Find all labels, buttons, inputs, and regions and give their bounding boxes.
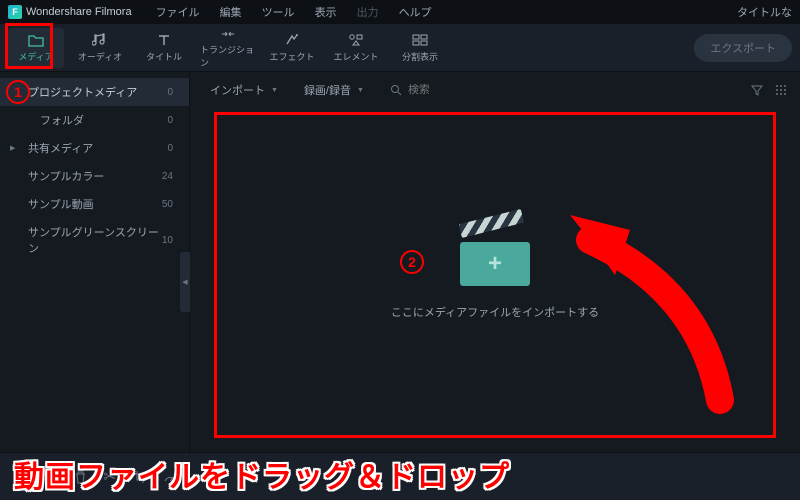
sidebar-item-count: 0	[167, 115, 173, 126]
sidebar-item-label: フォルダ	[40, 112, 84, 128]
effect-icon	[284, 32, 300, 48]
toolbar: メディア オーディオ タイトル トランジション エフェクト エレメント 分割表示…	[0, 24, 800, 72]
search-icon	[390, 84, 402, 96]
sidebar-item-sample-color[interactable]: サンプルカラー 24	[0, 162, 189, 190]
sidebar-item-label: サンプルカラー	[28, 168, 104, 184]
tab-element[interactable]: エレメント	[328, 28, 384, 68]
menu-output: 出力	[349, 4, 387, 20]
sidebar-item-label: サンプル動画	[28, 196, 94, 212]
menu-file[interactable]: ファイル	[148, 4, 208, 20]
menu-view[interactable]: 表示	[307, 4, 345, 20]
menu-help[interactable]: ヘルプ	[391, 4, 440, 20]
sidebar-item-label: プロジェクトメディア	[28, 84, 137, 100]
tab-label: メディア	[18, 50, 53, 63]
tab-label: オーディオ	[78, 50, 122, 63]
tab-label: エレメント	[333, 50, 378, 63]
sidebar-collapse-handle[interactable]: ◀	[180, 252, 190, 312]
sidebar-item-folder[interactable]: フォルダ 0	[0, 106, 189, 134]
folder-icon	[28, 32, 44, 48]
sidebar-item-count: 24	[162, 171, 173, 182]
annotation-instruction-text: 動画ファイルをドラッグ＆ドロップ	[14, 452, 510, 496]
tab-media[interactable]: メディア	[8, 28, 64, 68]
sidebar-item-count: 0	[167, 143, 173, 154]
tab-transition[interactable]: トランジション	[200, 28, 256, 68]
title-right-label: タイトルな	[737, 4, 792, 20]
import-dropdown[interactable]: インポート ▼	[202, 78, 286, 102]
titlebar: F Wondershare Filmora ファイル 編集 ツール 表示 出力 …	[0, 0, 800, 24]
title-icon	[156, 32, 172, 48]
chevron-down-icon: ▼	[357, 87, 364, 94]
element-icon	[348, 32, 364, 48]
tab-label: トランジション	[200, 43, 256, 69]
import-label: インポート	[210, 82, 265, 98]
sidebar-item-label: 共有メディア	[28, 140, 93, 156]
record-dropdown[interactable]: 録画/録音 ▼	[296, 78, 372, 102]
chevron-down-icon: ▼	[271, 87, 278, 94]
menu-edit[interactable]: 編集	[212, 4, 250, 20]
menu-tools[interactable]: ツール	[254, 4, 303, 20]
tab-effect[interactable]: エフェクト	[264, 28, 320, 68]
drop-zone-message: ここにメディアファイルをインポートする	[391, 304, 599, 320]
main-area: プロジェクトメディア 0 フォルダ 0 共有メディア 0 サンプルカラー 24 …	[0, 72, 800, 452]
content-toolbar: インポート ▼ 録画/録音 ▼	[190, 72, 800, 108]
content-panel: インポート ▼ 録画/録音 ▼ ここにメディアファイルをインポートする	[190, 72, 800, 452]
tab-label: 分割表示	[402, 50, 438, 63]
filter-icon[interactable]	[750, 83, 764, 97]
sidebar-item-label: サンプルグリーンスクリーン	[28, 224, 162, 256]
sidebar: プロジェクトメディア 0 フォルダ 0 共有メディア 0 サンプルカラー 24 …	[0, 72, 190, 452]
tab-label: エフェクト	[269, 50, 314, 63]
tab-title[interactable]: タイトル	[136, 28, 192, 68]
search-field[interactable]	[382, 80, 740, 100]
sidebar-item-count: 10	[162, 235, 173, 246]
transition-icon	[220, 27, 236, 41]
audio-icon	[92, 32, 108, 48]
media-drop-zone[interactable]: ここにメディアファイルをインポートする	[214, 112, 776, 438]
sidebar-item-shared-media[interactable]: 共有メディア 0	[0, 134, 189, 162]
clapperboard-icon	[460, 230, 530, 286]
tab-audio[interactable]: オーディオ	[72, 28, 128, 68]
sidebar-item-sample-greenscreen[interactable]: サンプルグリーンスクリーン 10	[0, 218, 189, 262]
record-label: 録画/録音	[304, 82, 351, 98]
tab-label: タイトル	[146, 50, 182, 63]
grid-view-icon[interactable]	[774, 83, 788, 97]
app-name: Wondershare Filmora	[26, 6, 132, 18]
tab-split[interactable]: 分割表示	[392, 28, 448, 68]
search-input[interactable]	[408, 84, 732, 96]
app-logo-icon: F	[8, 5, 22, 19]
sidebar-item-sample-video[interactable]: サンプル動画 50	[0, 190, 189, 218]
sidebar-item-count: 50	[162, 199, 173, 210]
export-button[interactable]: エクスポート	[694, 34, 792, 62]
sidebar-item-count: 0	[167, 87, 173, 98]
split-icon	[412, 32, 428, 48]
sidebar-item-project-media[interactable]: プロジェクトメディア 0	[0, 78, 189, 106]
